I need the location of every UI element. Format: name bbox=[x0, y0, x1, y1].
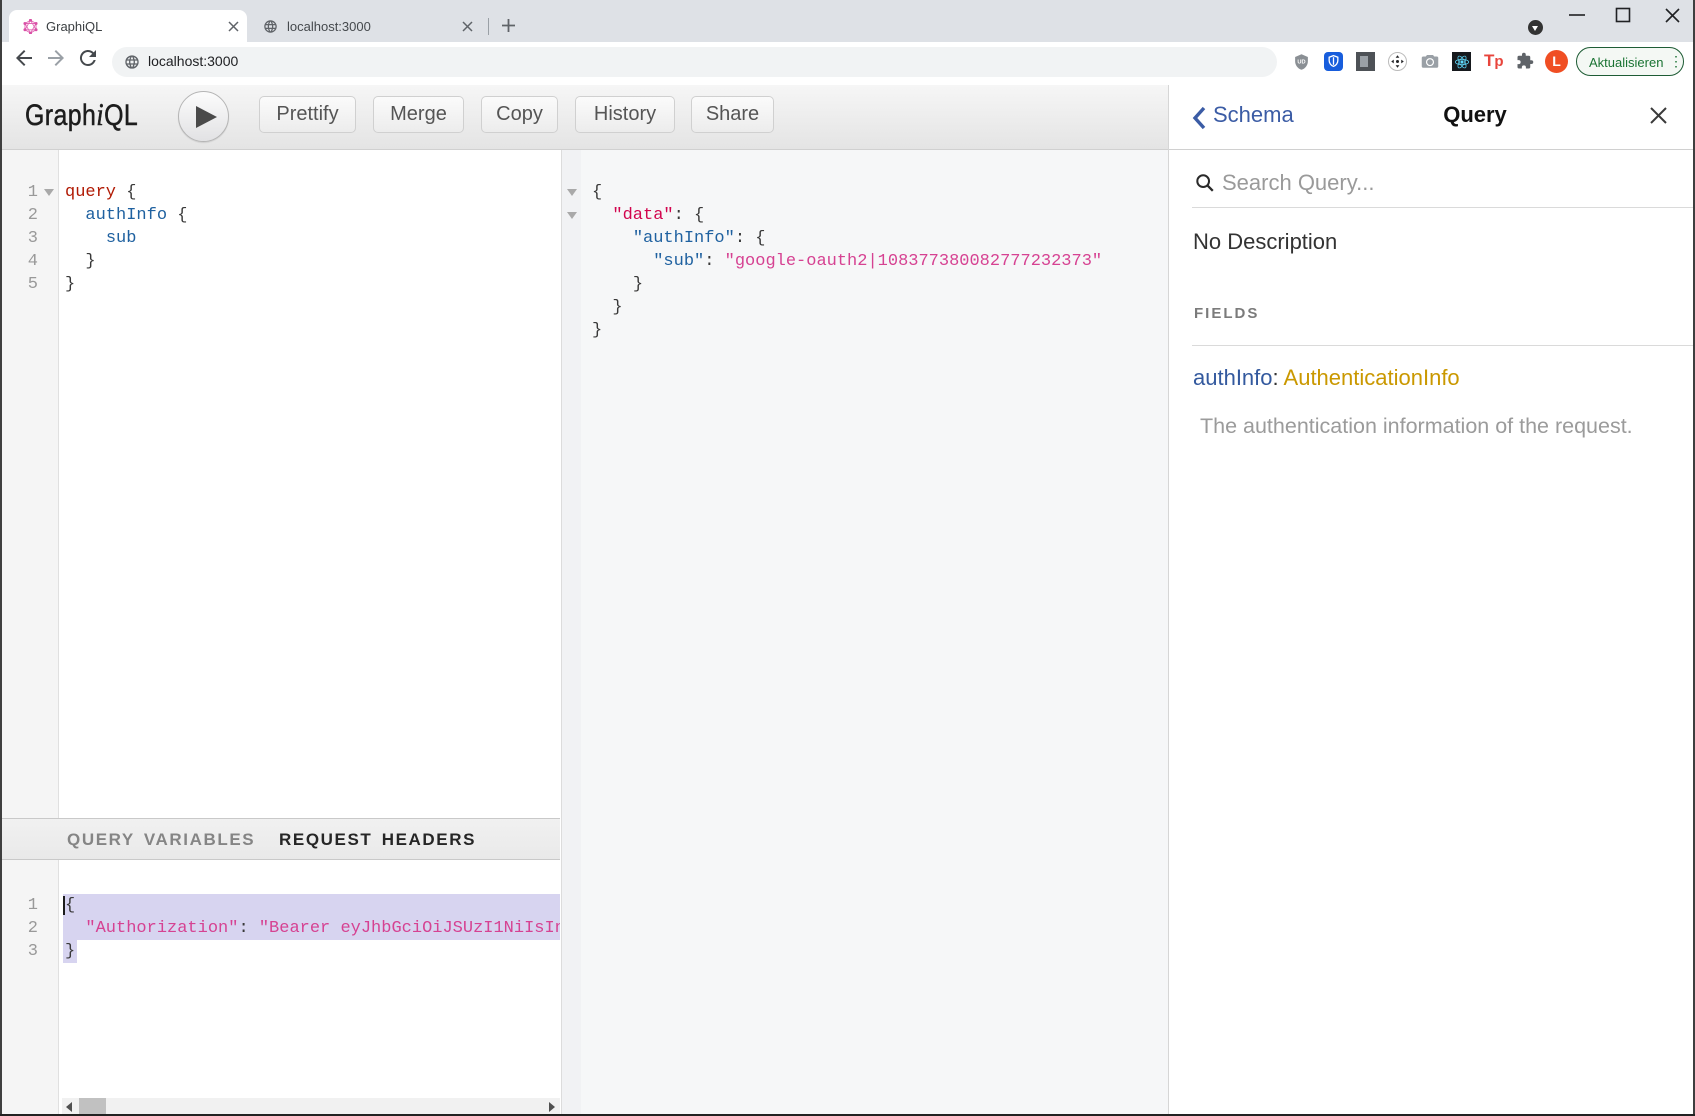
svg-text:UD: UD bbox=[1297, 59, 1305, 65]
